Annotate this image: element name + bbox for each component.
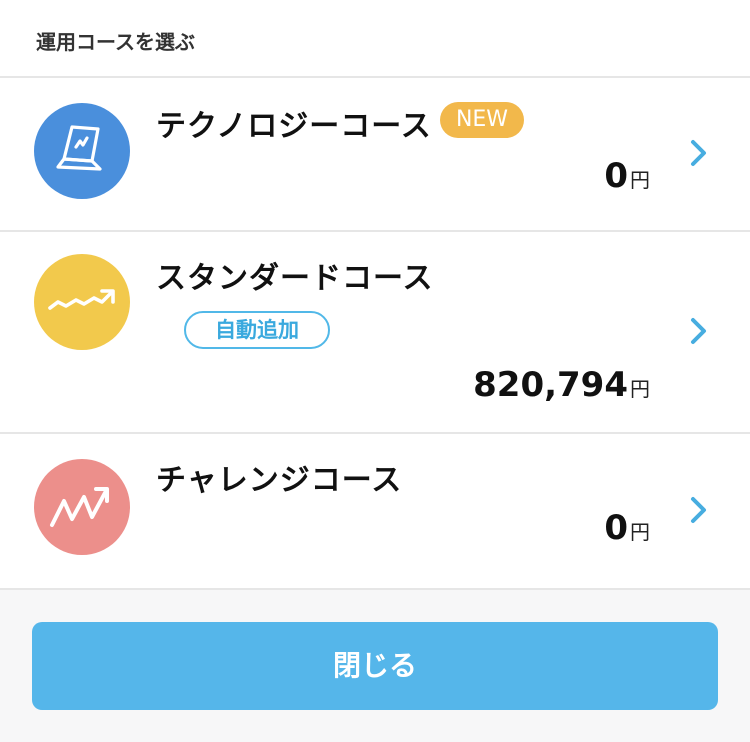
page-title: 運用コースを選ぶ	[36, 30, 195, 54]
chevron-right-icon	[688, 138, 710, 168]
chevron-right-icon	[688, 316, 710, 346]
course-name: チャレンジコース	[156, 463, 403, 498]
course-amount: 0 円	[604, 508, 650, 548]
course-row-technology[interactable]: テクノロジーコース NEW 0 円	[0, 78, 750, 230]
amount-value: 820,794	[473, 365, 628, 405]
close-button[interactable]: 閉じる	[32, 622, 718, 710]
divider	[0, 588, 750, 590]
auto-add-badge: 自動追加	[184, 311, 330, 349]
course-select-sheet: 運用コースを選ぶ テクノロジーコース NEW 0 円 スタンダードコース 自動追…	[0, 0, 750, 742]
course-amount: 0 円	[604, 156, 650, 196]
sheet-header: 運用コースを選ぶ	[0, 0, 750, 76]
amount-unit: 円	[630, 520, 650, 544]
trend-line-icon	[48, 289, 115, 310]
course-amount: 820,794 円	[473, 365, 650, 405]
course-name: テクノロジーコース	[156, 109, 432, 144]
course-name: スタンダードコース	[156, 261, 434, 296]
chevron-right-icon	[688, 495, 710, 525]
course-row-standard[interactable]: スタンダードコース 自動追加 820,794 円	[0, 232, 750, 432]
course-icon-circle	[34, 254, 130, 350]
laptop-icon	[56, 125, 102, 171]
zigzag-growth-icon	[50, 487, 109, 527]
course-icon-circle	[34, 459, 130, 555]
amount-value: 0	[604, 508, 628, 548]
amount-unit: 円	[630, 377, 650, 401]
amount-value: 0	[604, 156, 628, 196]
course-row-challenge[interactable]: チャレンジコース 0 円	[0, 434, 750, 588]
amount-unit: 円	[630, 168, 650, 192]
new-badge: NEW	[440, 102, 524, 138]
course-icon-circle	[34, 103, 130, 199]
